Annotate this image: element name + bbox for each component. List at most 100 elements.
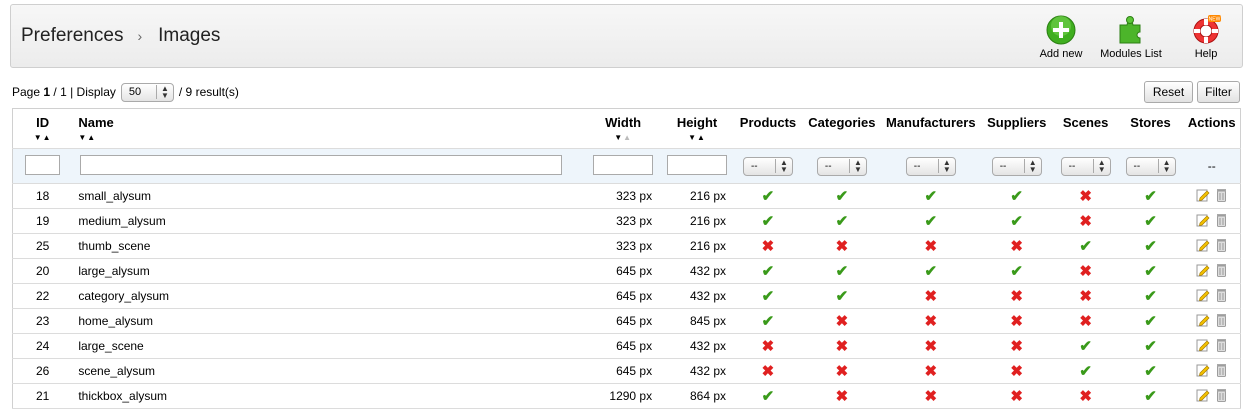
cross-icon[interactable]: ✖ bbox=[1010, 363, 1023, 380]
stores-filter-select[interactable]: -- ▲ ▼ bbox=[1125, 156, 1176, 176]
cross-icon[interactable]: ✖ bbox=[1010, 313, 1023, 330]
add-new-button[interactable]: Add new bbox=[1026, 15, 1096, 60]
cross-icon[interactable]: ✖ bbox=[1010, 388, 1023, 405]
manufacturers-filter-select[interactable]: -- ▲ ▼ bbox=[905, 156, 956, 176]
table-row[interactable]: 23 home_alysum 645 px 845 px ✔ ✖ ✖ ✖ ✖ ✔ bbox=[12, 308, 1241, 334]
check-icon[interactable]: ✔ bbox=[925, 263, 938, 280]
check-icon[interactable]: ✔ bbox=[1144, 388, 1157, 405]
check-icon[interactable]: ✔ bbox=[1144, 213, 1157, 230]
delete-icon[interactable] bbox=[1216, 188, 1227, 202]
width-filter-input[interactable] bbox=[593, 154, 654, 175]
cross-icon[interactable]: ✖ bbox=[836, 238, 849, 255]
delete-icon[interactable] bbox=[1216, 313, 1227, 327]
check-icon[interactable]: ✔ bbox=[925, 188, 938, 205]
cross-icon[interactable]: ✖ bbox=[836, 313, 849, 330]
check-icon[interactable]: ✔ bbox=[836, 213, 849, 230]
cross-icon[interactable]: ✖ bbox=[1079, 188, 1092, 205]
check-icon[interactable]: ✔ bbox=[1144, 313, 1157, 330]
check-icon[interactable]: ✔ bbox=[1144, 188, 1157, 205]
sort-arrows-icon[interactable]: ▼▲ bbox=[660, 133, 734, 142]
check-icon[interactable]: ✔ bbox=[1079, 363, 1092, 380]
sort-arrows-icon[interactable]: ▼▲ bbox=[78, 133, 586, 142]
check-icon[interactable]: ✔ bbox=[1079, 238, 1092, 255]
cross-icon[interactable]: ✖ bbox=[925, 288, 938, 305]
check-icon[interactable]: ✔ bbox=[836, 263, 849, 280]
check-icon[interactable]: ✔ bbox=[762, 188, 775, 205]
edit-icon[interactable] bbox=[1196, 363, 1210, 377]
id-filter-input[interactable] bbox=[25, 154, 61, 175]
cross-icon[interactable]: ✖ bbox=[1010, 238, 1023, 255]
cross-icon[interactable]: ✖ bbox=[836, 338, 849, 355]
check-icon[interactable]: ✔ bbox=[1144, 238, 1157, 255]
modules-list-button[interactable]: Modules List bbox=[1096, 15, 1166, 60]
delete-icon[interactable] bbox=[1216, 363, 1227, 377]
cross-icon[interactable]: ✖ bbox=[1079, 388, 1092, 405]
table-row[interactable]: 19 medium_alysum 323 px 216 px ✔ ✔ ✔ ✔ ✖ ✔ bbox=[12, 208, 1241, 234]
check-icon[interactable]: ✔ bbox=[762, 263, 775, 280]
cross-icon[interactable]: ✖ bbox=[925, 313, 938, 330]
cross-icon[interactable]: ✖ bbox=[836, 363, 849, 380]
cross-icon[interactable]: ✖ bbox=[1079, 263, 1092, 280]
check-icon[interactable]: ✔ bbox=[1079, 338, 1092, 355]
sort-arrows-icon[interactable]: ▼▲ bbox=[13, 133, 72, 142]
delete-icon[interactable] bbox=[1216, 238, 1227, 252]
table-row[interactable]: 20 large_alysum 645 px 432 px ✔ ✔ ✔ ✔ ✖ ✔ bbox=[12, 258, 1241, 284]
edit-icon[interactable] bbox=[1196, 313, 1210, 327]
cross-icon[interactable]: ✖ bbox=[1010, 288, 1023, 305]
cross-icon[interactable]: ✖ bbox=[762, 238, 775, 255]
display-count-select[interactable]: 50 ▲ ▼ bbox=[120, 82, 174, 102]
edit-icon[interactable] bbox=[1196, 388, 1210, 402]
edit-icon[interactable] bbox=[1196, 238, 1210, 252]
filter-button[interactable]: Filter bbox=[1197, 81, 1240, 103]
breadcrumb-parent[interactable]: Preferences bbox=[21, 25, 123, 47]
delete-icon[interactable] bbox=[1216, 263, 1227, 277]
check-icon[interactable]: ✔ bbox=[762, 288, 775, 305]
delete-icon[interactable] bbox=[1216, 288, 1227, 302]
sort-arrows-icon[interactable]: ▼▲ bbox=[586, 133, 660, 142]
cross-icon[interactable]: ✖ bbox=[1079, 213, 1092, 230]
check-icon[interactable]: ✔ bbox=[1010, 213, 1023, 230]
cross-icon[interactable]: ✖ bbox=[1079, 288, 1092, 305]
scenes-filter-select[interactable]: -- ▲ ▼ bbox=[1060, 156, 1111, 176]
check-icon[interactable]: ✔ bbox=[836, 288, 849, 305]
table-row[interactable]: 22 category_alysum 645 px 432 px ✔ ✔ ✖ ✖ ✖ ✔ bbox=[12, 283, 1241, 309]
cross-icon[interactable]: ✖ bbox=[762, 338, 775, 355]
cross-icon[interactable]: ✖ bbox=[1079, 313, 1092, 330]
name-filter-input[interactable] bbox=[80, 154, 563, 175]
check-icon[interactable]: ✔ bbox=[762, 213, 775, 230]
cross-icon[interactable]: ✖ bbox=[836, 388, 849, 405]
table-row[interactable]: 21 thickbox_alysum 1290 px 864 px ✔ ✖ ✖ ✖ ✖ ✔ bbox=[12, 383, 1241, 409]
table-row[interactable]: 18 small_alysum 323 px 216 px ✔ ✔ ✔ ✔ ✖ ✔ bbox=[12, 183, 1241, 209]
edit-icon[interactable] bbox=[1196, 213, 1210, 227]
check-icon[interactable]: ✔ bbox=[762, 388, 775, 405]
delete-icon[interactable] bbox=[1216, 388, 1227, 402]
cross-icon[interactable]: ✖ bbox=[925, 238, 938, 255]
check-icon[interactable]: ✔ bbox=[1010, 263, 1023, 280]
categories-filter-select[interactable]: -- ▲ ▼ bbox=[816, 156, 867, 176]
check-icon[interactable]: ✔ bbox=[762, 313, 775, 330]
cross-icon[interactable]: ✖ bbox=[762, 363, 775, 380]
edit-icon[interactable] bbox=[1196, 188, 1210, 202]
cross-icon[interactable]: ✖ bbox=[925, 363, 938, 380]
delete-icon[interactable] bbox=[1216, 338, 1227, 352]
check-icon[interactable]: ✔ bbox=[836, 188, 849, 205]
table-row[interactable]: 24 large_scene 645 px 432 px ✖ ✖ ✖ ✖ ✔ ✔ bbox=[12, 333, 1241, 359]
cross-icon[interactable]: ✖ bbox=[925, 388, 938, 405]
check-icon[interactable]: ✔ bbox=[1010, 188, 1023, 205]
cross-icon[interactable]: ✖ bbox=[1010, 338, 1023, 355]
table-row[interactable]: 26 scene_alysum 645 px 432 px ✖ ✖ ✖ ✖ ✔ ✔ bbox=[12, 358, 1241, 384]
check-icon[interactable]: ✔ bbox=[1144, 363, 1157, 380]
check-icon[interactable]: ✔ bbox=[1144, 263, 1157, 280]
delete-icon[interactable] bbox=[1216, 213, 1227, 227]
check-icon[interactable]: ✔ bbox=[1144, 288, 1157, 305]
table-row[interactable]: 25 thumb_scene 323 px 216 px ✖ ✖ ✖ ✖ ✔ ✔ bbox=[12, 233, 1241, 259]
height-filter-input[interactable] bbox=[667, 154, 728, 175]
products-filter-select[interactable]: -- ▲ ▼ bbox=[742, 156, 793, 176]
edit-icon[interactable] bbox=[1196, 288, 1210, 302]
reset-button[interactable]: Reset bbox=[1144, 81, 1193, 103]
edit-icon[interactable] bbox=[1196, 263, 1210, 277]
cross-icon[interactable]: ✖ bbox=[925, 338, 938, 355]
suppliers-filter-select[interactable]: -- ▲ ▼ bbox=[991, 156, 1042, 176]
check-icon[interactable]: ✔ bbox=[1144, 338, 1157, 355]
edit-icon[interactable] bbox=[1196, 338, 1210, 352]
